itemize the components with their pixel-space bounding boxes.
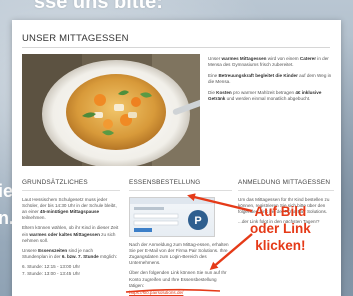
intro-paragraph-1: Unser warmes Mittagessen wird von einem … bbox=[208, 56, 334, 68]
emphasis-text: 45-minütigen Mittagspause bbox=[39, 209, 100, 215]
soup-image-icon bbox=[22, 54, 200, 166]
callout-line: klicken! bbox=[255, 238, 306, 253]
body-text: Unser bbox=[208, 56, 222, 61]
body-text: teilnehmen. bbox=[22, 215, 46, 221]
body-text: und werden einmal monatlich abgebucht. bbox=[225, 96, 311, 102]
body-text: 6. Stunde: 12:15 - 13:00 Uhr bbox=[22, 263, 80, 269]
login-screenshot-icon: P bbox=[130, 198, 214, 233]
click-callout: Auf Bild oder Link klicken! bbox=[250, 203, 311, 254]
soup-photo bbox=[22, 54, 200, 166]
lunch-card: UNSER MITTAGESSEN Unser warmes Mittagess… bbox=[12, 20, 341, 296]
title-divider bbox=[22, 47, 330, 48]
body-text: Nach der Anmeldung zum Mittag-essen, erh… bbox=[129, 242, 229, 266]
column-divider bbox=[238, 190, 334, 192]
emphasis-text: Caterer bbox=[299, 56, 317, 61]
ordering-title: ESSENSBESTELLUNG bbox=[129, 179, 201, 186]
lunch-time-7: 7. Stunde: 13:00 - 13:45 Uhr bbox=[22, 271, 120, 277]
body-text: möglich: bbox=[98, 253, 118, 259]
emphasis-text: Betreuungskraft begleitet die Kinder bbox=[218, 72, 298, 78]
basics-paragraph: Eltern können wählen, ob ihr Kind in die… bbox=[22, 225, 120, 243]
callout-line: oder Link bbox=[250, 221, 311, 236]
svg-text:P: P bbox=[194, 215, 201, 227]
body-text: pro warmer Mahlzeit betragen bbox=[231, 89, 296, 95]
emphasis-text: Kosten bbox=[216, 89, 232, 95]
body-text: Unsere bbox=[22, 247, 39, 253]
emphasis-text: warmes oder kaltes Mittagessen bbox=[29, 231, 100, 237]
basics-title: GRUNDSÄTZLICHES bbox=[22, 179, 88, 186]
link-underline-mark bbox=[125, 288, 221, 293]
intro-paragraph-3: Die Kosten pro warmer Mahlzeit betragen … bbox=[208, 90, 334, 102]
ordering-paragraph: Nach der Anmeldung zum Mittag-essen, erh… bbox=[129, 242, 232, 266]
registration-title: ANMELDUNG MITTAGESSEN bbox=[238, 179, 331, 186]
intro-paragraph-2: Eine Betreuungskraft begleitet die Kinde… bbox=[208, 73, 334, 85]
body-text: wird von einem bbox=[266, 56, 300, 61]
ordering-column: ESSENSBESTELLUNG P Nach der Anmeldung zu… bbox=[129, 179, 232, 296]
intro-text: Unser warmes Mittagessen wird von einem … bbox=[208, 56, 334, 107]
column-divider bbox=[129, 190, 232, 192]
login-page-thumbnail[interactable]: P bbox=[129, 197, 215, 238]
basics-column: GRUNDSÄTZLICHES Laut Hessischem Schulges… bbox=[22, 179, 120, 281]
body-text: Über den folgenden Link können Sie nun a… bbox=[129, 270, 227, 288]
emphasis-text: Essenszeiten bbox=[38, 247, 68, 253]
emphasis-text: 6. bzw. 7. Stunde bbox=[61, 253, 99, 259]
body-text: Die bbox=[208, 89, 217, 95]
callout-line: Auf Bild bbox=[254, 204, 307, 219]
body-text: Eine bbox=[208, 72, 219, 78]
basics-paragraph: Unsere Essenszeiten sind je nach Stunden… bbox=[22, 248, 120, 260]
emphasis-text: warmes Mittagessen bbox=[221, 56, 267, 61]
basics-paragraph: Laut Hessischem Schulgesetz muss jeder S… bbox=[22, 197, 120, 221]
lunch-time-6: 6. Stunde: 12:15 - 13:00 Uhr bbox=[22, 264, 120, 270]
background-heading: sse uns bitte: bbox=[34, 0, 163, 13]
body-text: 7. Stunde: 13:00 - 13:45 Uhr bbox=[22, 271, 80, 277]
ordering-paragraph: Über den folgenden Link können Sie nun a… bbox=[129, 270, 232, 288]
card-title: UNSER MITTAGESSEN bbox=[22, 33, 129, 44]
column-divider bbox=[22, 190, 120, 192]
